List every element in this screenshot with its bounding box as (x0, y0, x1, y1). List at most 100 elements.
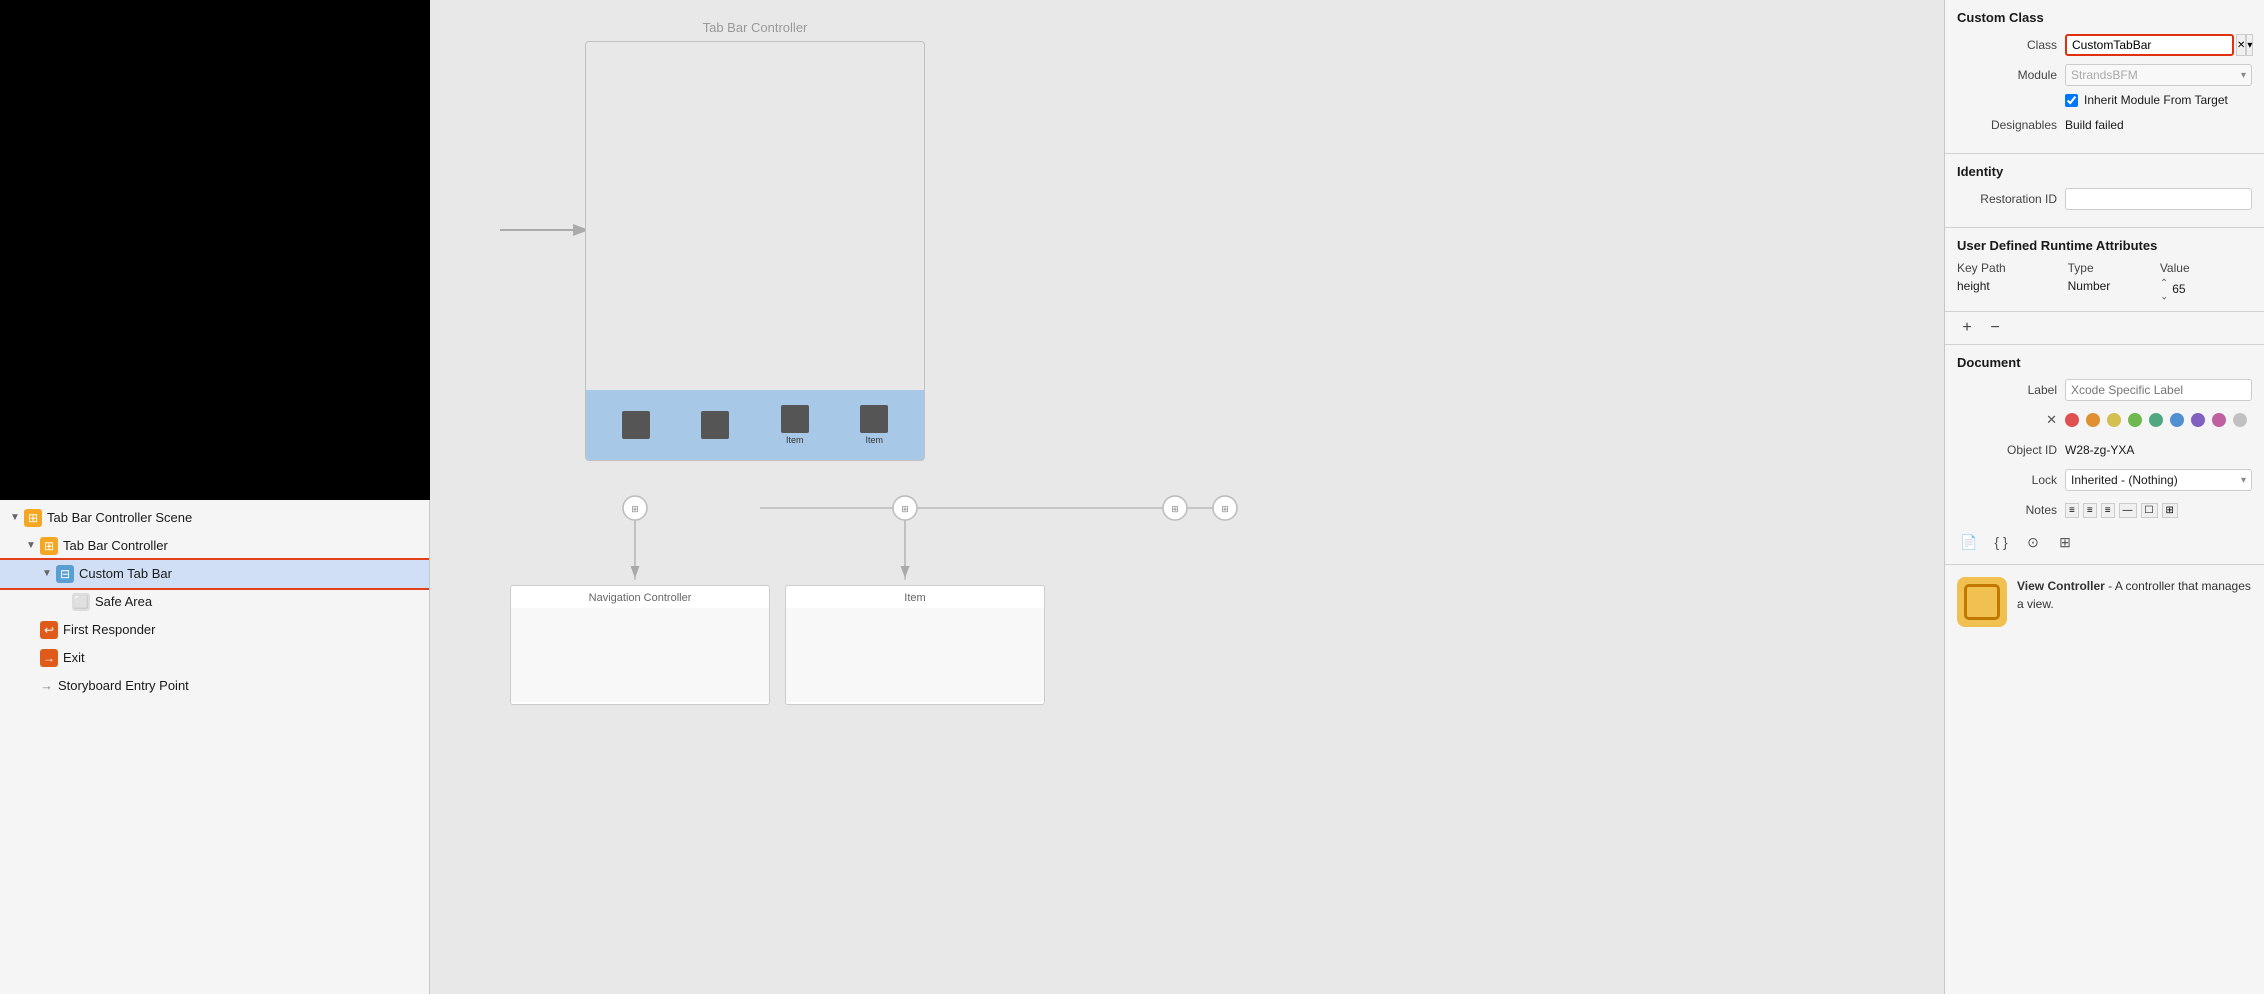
lock-label: Lock (1957, 473, 2057, 487)
module-chevron: ▾ (2241, 70, 2246, 81)
tree-item-firstresponder[interactable]: ↩First Responder (0, 616, 429, 644)
center-panel[interactable]: ⊞ ⊞ ⊞ ⊞ Tab Bar Controller (430, 0, 1944, 994)
svg-text:⊞: ⊞ (631, 504, 639, 514)
tab-item-label-3: Item (786, 435, 804, 445)
add-attribute-btn[interactable]: + (1957, 318, 1977, 338)
lock-select[interactable]: Inherited - (Nothing) ▾ (2065, 469, 2252, 491)
object-id-value: W28-zg-YXA (2065, 443, 2134, 457)
notes-label: Notes (1957, 503, 2057, 517)
doc-target-icon[interactable]: ⊙ (2021, 530, 2045, 554)
restoration-id-label: Restoration ID (1957, 192, 2057, 206)
color-dot-purple[interactable] (2191, 413, 2205, 427)
label-tabbar: Tab Bar Controller (63, 535, 168, 557)
color-dot-blue[interactable] (2170, 413, 2184, 427)
document-title: Document (1957, 355, 2252, 370)
stepper-arrows[interactable]: ⌃⌃ (2160, 279, 2168, 299)
doc-file-icon[interactable]: 📄 (1957, 530, 1981, 554)
disclosure-customtabbar[interactable]: ▼ (40, 567, 54, 581)
tree-item-tabbar[interactable]: ▼⊞Tab Bar Controller (0, 532, 429, 560)
label-safearea: Safe Area (95, 591, 152, 613)
notes-controls: ≡ ≡ ≡ — ☐ ⊞ (2065, 503, 2178, 518)
color-dot-gray[interactable] (2233, 413, 2247, 427)
icon-firstresponder: ↩ (40, 621, 58, 639)
label-entrypoint: Storyboard Entry Point (58, 675, 189, 697)
tree-item-scene[interactable]: ▼⊞Tab Bar Controller Scene (0, 504, 429, 532)
notes-link[interactable]: ⊞ (2162, 503, 2178, 518)
tab-item-1 (622, 411, 650, 439)
disclosure-entrypoint (24, 679, 38, 693)
tree-item-safearea[interactable]: ⬜ Safe Area (0, 588, 429, 616)
object-id-label: Object ID (1957, 443, 2057, 457)
designables-row: Designables Build failed (1957, 113, 2252, 137)
icon-exit: → (40, 649, 58, 667)
inherit-module-row: Inherit Module From Target (1957, 93, 2252, 107)
class-field[interactable] (2065, 34, 2234, 56)
right-panel: Custom Class Class ✕ ▾ Module StrandsBFM… (1944, 0, 2264, 994)
vc-title: View Controller (2017, 579, 2105, 593)
doc-grid-icon[interactable]: ⊞ (2053, 530, 2077, 554)
color-dot-yellow[interactable] (2107, 413, 2121, 427)
custom-class-title: Custom Class (1957, 10, 2252, 25)
disclosure-scene[interactable]: ▼ (8, 511, 22, 525)
color-dot-red[interactable] (2065, 413, 2079, 427)
module-label: Module (1957, 68, 2057, 82)
storyboard-canvas: ⊞ ⊞ ⊞ ⊞ Tab Bar Controller (430, 0, 1944, 994)
vc-icon-inner (1964, 584, 2000, 620)
color-dot-orange[interactable] (2086, 413, 2100, 427)
udra-row-1: height Number ⌃⌃ 65 (1957, 279, 2252, 299)
vc-icon (1957, 577, 2007, 627)
notes-align-center[interactable]: ≡ (2083, 503, 2097, 518)
notes-row: Notes ≡ ≡ ≡ — ☐ ⊞ (1957, 498, 2252, 522)
tree-item-entrypoint[interactable]: →Storyboard Entry Point (0, 672, 429, 700)
icon-safearea: ⬜ (72, 593, 90, 611)
label-row: Label (1957, 378, 2252, 402)
class-clear-btn[interactable]: ✕ (2236, 34, 2246, 56)
notes-align-right[interactable]: ≡ (2101, 503, 2115, 518)
udra-header: Key Path Type Value (1957, 261, 2252, 275)
document-section: Document Label ✕ Object ID W28 (1945, 345, 2264, 565)
inherit-module-label: Inherit Module From Target (2084, 93, 2228, 107)
tab-bar-area: Item Item (586, 390, 924, 460)
tree-item-customtabbar[interactable]: ▼⊟Custom Tab Bar (0, 560, 429, 588)
notes-align-left[interactable]: ≡ (2065, 503, 2079, 518)
add-remove-row: + − (1945, 312, 2264, 345)
tab-item-label-4: Item (865, 435, 883, 445)
svg-text:⊞: ⊞ (901, 504, 909, 514)
udra-table: Key Path Type Value height Number ⌃⌃ 65 (1957, 261, 2252, 299)
iphone-inner (586, 42, 924, 390)
color-dot-green[interactable] (2128, 413, 2142, 427)
remove-attribute-btn[interactable]: − (1985, 318, 2005, 338)
color-dot-teal[interactable] (2149, 413, 2163, 427)
inherit-module-checkbox[interactable] (2065, 94, 2078, 107)
designables-label: Designables (1957, 118, 2057, 132)
color-swatch-row (2065, 413, 2250, 427)
udra-title: User Defined Runtime Attributes (1957, 238, 2252, 253)
disclosure-exit (24, 651, 38, 665)
tab-item-3: Item (781, 405, 809, 445)
label-exit: Exit (63, 647, 85, 669)
label-field-label: Label (1957, 383, 2057, 397)
x-button[interactable]: ✕ (2046, 412, 2057, 427)
doc-code-icon[interactable]: { } (1989, 530, 2013, 554)
module-select[interactable]: StrandsBFM ▾ (2065, 64, 2252, 86)
tab-icon-4 (860, 405, 888, 433)
class-dropdown-btn[interactable]: ▾ (2246, 34, 2253, 56)
tree-item-exit[interactable]: → Exit (0, 644, 429, 672)
restoration-id-field[interactable] (2065, 188, 2252, 210)
color-dot-pink[interactable] (2212, 413, 2226, 427)
color-row: ✕ (1957, 408, 2252, 432)
lock-row: Lock Inherited - (Nothing) ▾ (1957, 468, 2252, 492)
label-field[interactable] (2065, 379, 2252, 401)
svg-text:⊞: ⊞ (1221, 504, 1229, 514)
notes-box[interactable]: ☐ (2141, 503, 2158, 518)
label-scene: Tab Bar Controller Scene (47, 507, 192, 529)
tab-item-2 (701, 411, 729, 439)
udra-col-type: Type (2068, 261, 2160, 275)
disclosure-tabbar[interactable]: ▼ (24, 539, 38, 553)
identity-title: Identity (1957, 164, 2252, 179)
notes-dash[interactable]: — (2119, 503, 2137, 518)
viewcontroller-info: View Controller - A controller that mana… (1945, 565, 2264, 639)
udra-value-65: ⌃⌃ 65 (2160, 279, 2252, 299)
iphone-frame: Item Item (585, 41, 925, 461)
disclosure-firstresponder (24, 623, 38, 637)
